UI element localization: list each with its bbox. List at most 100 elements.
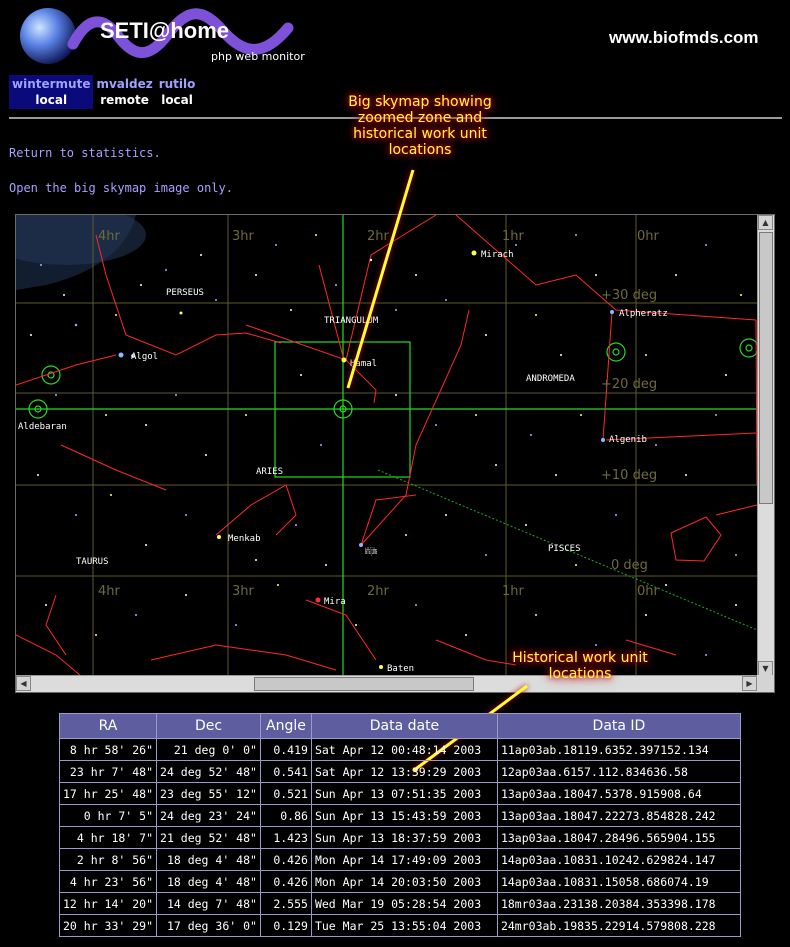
constellation-lines — [16, 215, 757, 676]
cell-data-id: 12ap03aa.6157.112.834636.58 — [496, 760, 741, 783]
cell-angle: 2.555 — [259, 892, 312, 915]
col-angle: Angle — [259, 713, 312, 739]
scroll-left-arrow-icon[interactable]: ◀ — [16, 676, 31, 691]
host-location: local — [161, 93, 193, 107]
table-row: 17 hr 25' 48" 23 deg 55' 12" 0.521 Sun Apr … — [58, 782, 741, 805]
host-tab-mvaldez[interactable]: mvaldez remote — [93, 75, 155, 109]
cell-data-date: Sun Apr 13 07:51:35 2003 — [310, 782, 498, 805]
dec-label: +30 deg — [601, 288, 657, 303]
cell-data-date: Sat Apr 12 13:39:29 2003 — [310, 760, 498, 783]
ra-label: 4hr — [98, 229, 121, 244]
table-row: 2 hr 8' 56" 18 deg 4' 48" 0.426 Mon Apr 14 … — [58, 848, 741, 871]
constellation-label: TAURUS — [76, 557, 109, 567]
cell-dec: 24 deg 52' 48" — [156, 760, 261, 783]
host-name: mvaldez — [96, 77, 153, 91]
cell-data-id: 13ap03aa.18047.28496.565904.155 — [496, 826, 741, 849]
scroll-right-arrow-icon[interactable]: ▶ — [742, 676, 757, 691]
cell-angle: 0.521 — [259, 782, 312, 805]
host-tab-wintermute[interactable]: wintermute local — [9, 75, 94, 109]
ra-label: 0hr — [637, 229, 660, 244]
constellation-label: ANDROMEDA — [526, 374, 575, 384]
cell-dec: 24 deg 23' 24" — [156, 804, 261, 827]
app-title: SETI@home — [100, 18, 229, 43]
cell-dec: 21 deg 52' 48" — [156, 826, 261, 849]
history-annotation: Historical work unit locations — [512, 650, 648, 682]
cell-data-date: Sun Apr 13 18:37:59 2003 — [310, 826, 498, 849]
constellation-label: PERSEUS — [166, 288, 204, 298]
table-header-row: RA Dec Angle Data date Data ID — [58, 713, 741, 739]
star-label: Mira — [324, 597, 346, 607]
planet-icon — [20, 8, 76, 64]
ra-label: 1hr — [502, 584, 525, 599]
cell-angle: 0.419 — [259, 738, 312, 761]
cell-data-id: 24mr03ab.19835.22914.579808.228 — [496, 914, 741, 937]
star-label: Algol — [131, 352, 158, 362]
ra-label: 3hr — [232, 584, 255, 599]
seti-logo: SETI@home php web monitor — [20, 8, 305, 64]
cell-angle: 1.423 — [259, 826, 312, 849]
scroll-up-arrow-icon[interactable]: ▲ — [758, 215, 773, 230]
cell-data-id: 13ap03aa.18047.5378.915908.64 — [496, 782, 741, 805]
host-location: remote — [100, 93, 149, 107]
dec-label: 0 deg — [611, 558, 648, 573]
star-label: Baten — [387, 664, 414, 674]
host-tab-rutilo[interactable]: rutilo local — [156, 75, 199, 109]
cell-dec: 18 deg 4' 48" — [156, 870, 261, 893]
return-to-statistics-link[interactable]: Return to statistics. — [9, 146, 161, 160]
current-zone — [16, 215, 757, 676]
cell-data-date: Wed Mar 19 05:28:54 2003 — [310, 892, 498, 915]
big-skymap-link[interactable]: Open the big skymap image only. — [9, 181, 233, 195]
cell-ra: 20 hr 33' 29" — [58, 914, 158, 937]
host-name: rutilo — [158, 77, 196, 91]
host-tabs: wintermute local mvaldez remote rutilo l… — [9, 75, 198, 109]
ra-label: 2hr — [367, 229, 390, 244]
table-row: 4 hr 23' 56" 18 deg 4' 48" 0.426 Mon Apr 14… — [58, 870, 741, 893]
app-subtitle: php web monitor — [211, 50, 305, 63]
cell-angle: 0.129 — [259, 914, 312, 937]
cell-angle: 0.426 — [259, 870, 312, 893]
table-row: 4 hr 18' 7" 21 deg 52' 48" 1.423 Sun Apr 13… — [58, 826, 741, 849]
sky-grid — [16, 215, 757, 676]
star-label: Aldebaran — [18, 422, 67, 432]
scroll-down-arrow-icon[interactable]: ▼ — [758, 661, 773, 676]
dec-labels: +30 deg +20 deg +10 deg 0 deg — [601, 288, 657, 573]
ra-label: 3hr — [232, 229, 255, 244]
dec-label: +20 deg — [601, 377, 657, 392]
cell-angle: 0.541 — [259, 760, 312, 783]
skymap-frame: 4hr 3hr 2hr 1hr 0hr 4hr 3hr 2hr 1hr 0hr … — [15, 214, 775, 693]
constellation-label: ARIES — [256, 467, 283, 477]
col-dec: Dec — [156, 713, 261, 739]
ra-label: 1hr — [502, 229, 525, 244]
host-location: local — [35, 93, 68, 107]
constellation-label: TRIANGULUM — [324, 316, 379, 326]
cell-data-id: 14ap03aa.10831.10242.629824.147 — [496, 848, 741, 871]
horizontal-scroll-thumb[interactable] — [254, 677, 474, 691]
skymap-image: 4hr 3hr 2hr 1hr 0hr 4hr 3hr 2hr 1hr 0hr … — [16, 215, 757, 676]
skymap-viewport[interactable]: 4hr 3hr 2hr 1hr 0hr 4hr 3hr 2hr 1hr 0hr … — [16, 215, 757, 676]
cell-data-id: 13ap03aa.18047.22273.854828.242 — [496, 804, 741, 827]
table-row: 8 hr 58' 26" 21 deg 0' 0" 0.419 Sat Apr 12 … — [58, 738, 741, 761]
cell-data-id: 14ap03aa.10831.15058.686074.19 — [496, 870, 741, 893]
vertical-scrollbar[interactable]: ▲ ▼ — [757, 215, 774, 676]
cell-ra: 4 hr 18' 7" — [58, 826, 158, 849]
cell-ra: 12 hr 14' 20" — [58, 892, 158, 915]
cell-data-date: Mon Apr 14 20:03:50 2003 — [310, 870, 498, 893]
star-label: Algenib — [609, 435, 647, 445]
cell-angle: 0.426 — [259, 848, 312, 871]
ra-label: 2hr — [367, 584, 390, 599]
cell-data-date: Sun Apr 13 15:43:59 2003 — [310, 804, 498, 827]
cell-dec: 17 deg 36' 0" — [156, 914, 261, 937]
col-ra: RA — [58, 713, 158, 739]
cell-ra: 17 hr 25' 48" — [58, 782, 158, 805]
ra-label: 4hr — [98, 584, 121, 599]
cell-data-date: Mon Apr 14 17:49:09 2003 — [310, 848, 498, 871]
cell-data-date: Tue Mar 25 13:55:04 2003 — [310, 914, 498, 937]
cell-dec: 23 deg 55' 12" — [156, 782, 261, 805]
ra-label: 0hr — [637, 584, 660, 599]
host-name: wintermute — [12, 77, 91, 91]
vertical-scroll-thumb[interactable] — [759, 232, 773, 504]
skymap-annotation: Big skymap showing zoomed zone and histo… — [348, 94, 492, 158]
table-row: 23 hr 7' 48" 24 deg 52' 48" 0.541 Sat Apr 1… — [58, 760, 741, 783]
star-label: Alpheratz — [619, 309, 668, 319]
work-unit-table: RA Dec Angle Data date Data ID 8 hr 58' … — [58, 713, 741, 937]
